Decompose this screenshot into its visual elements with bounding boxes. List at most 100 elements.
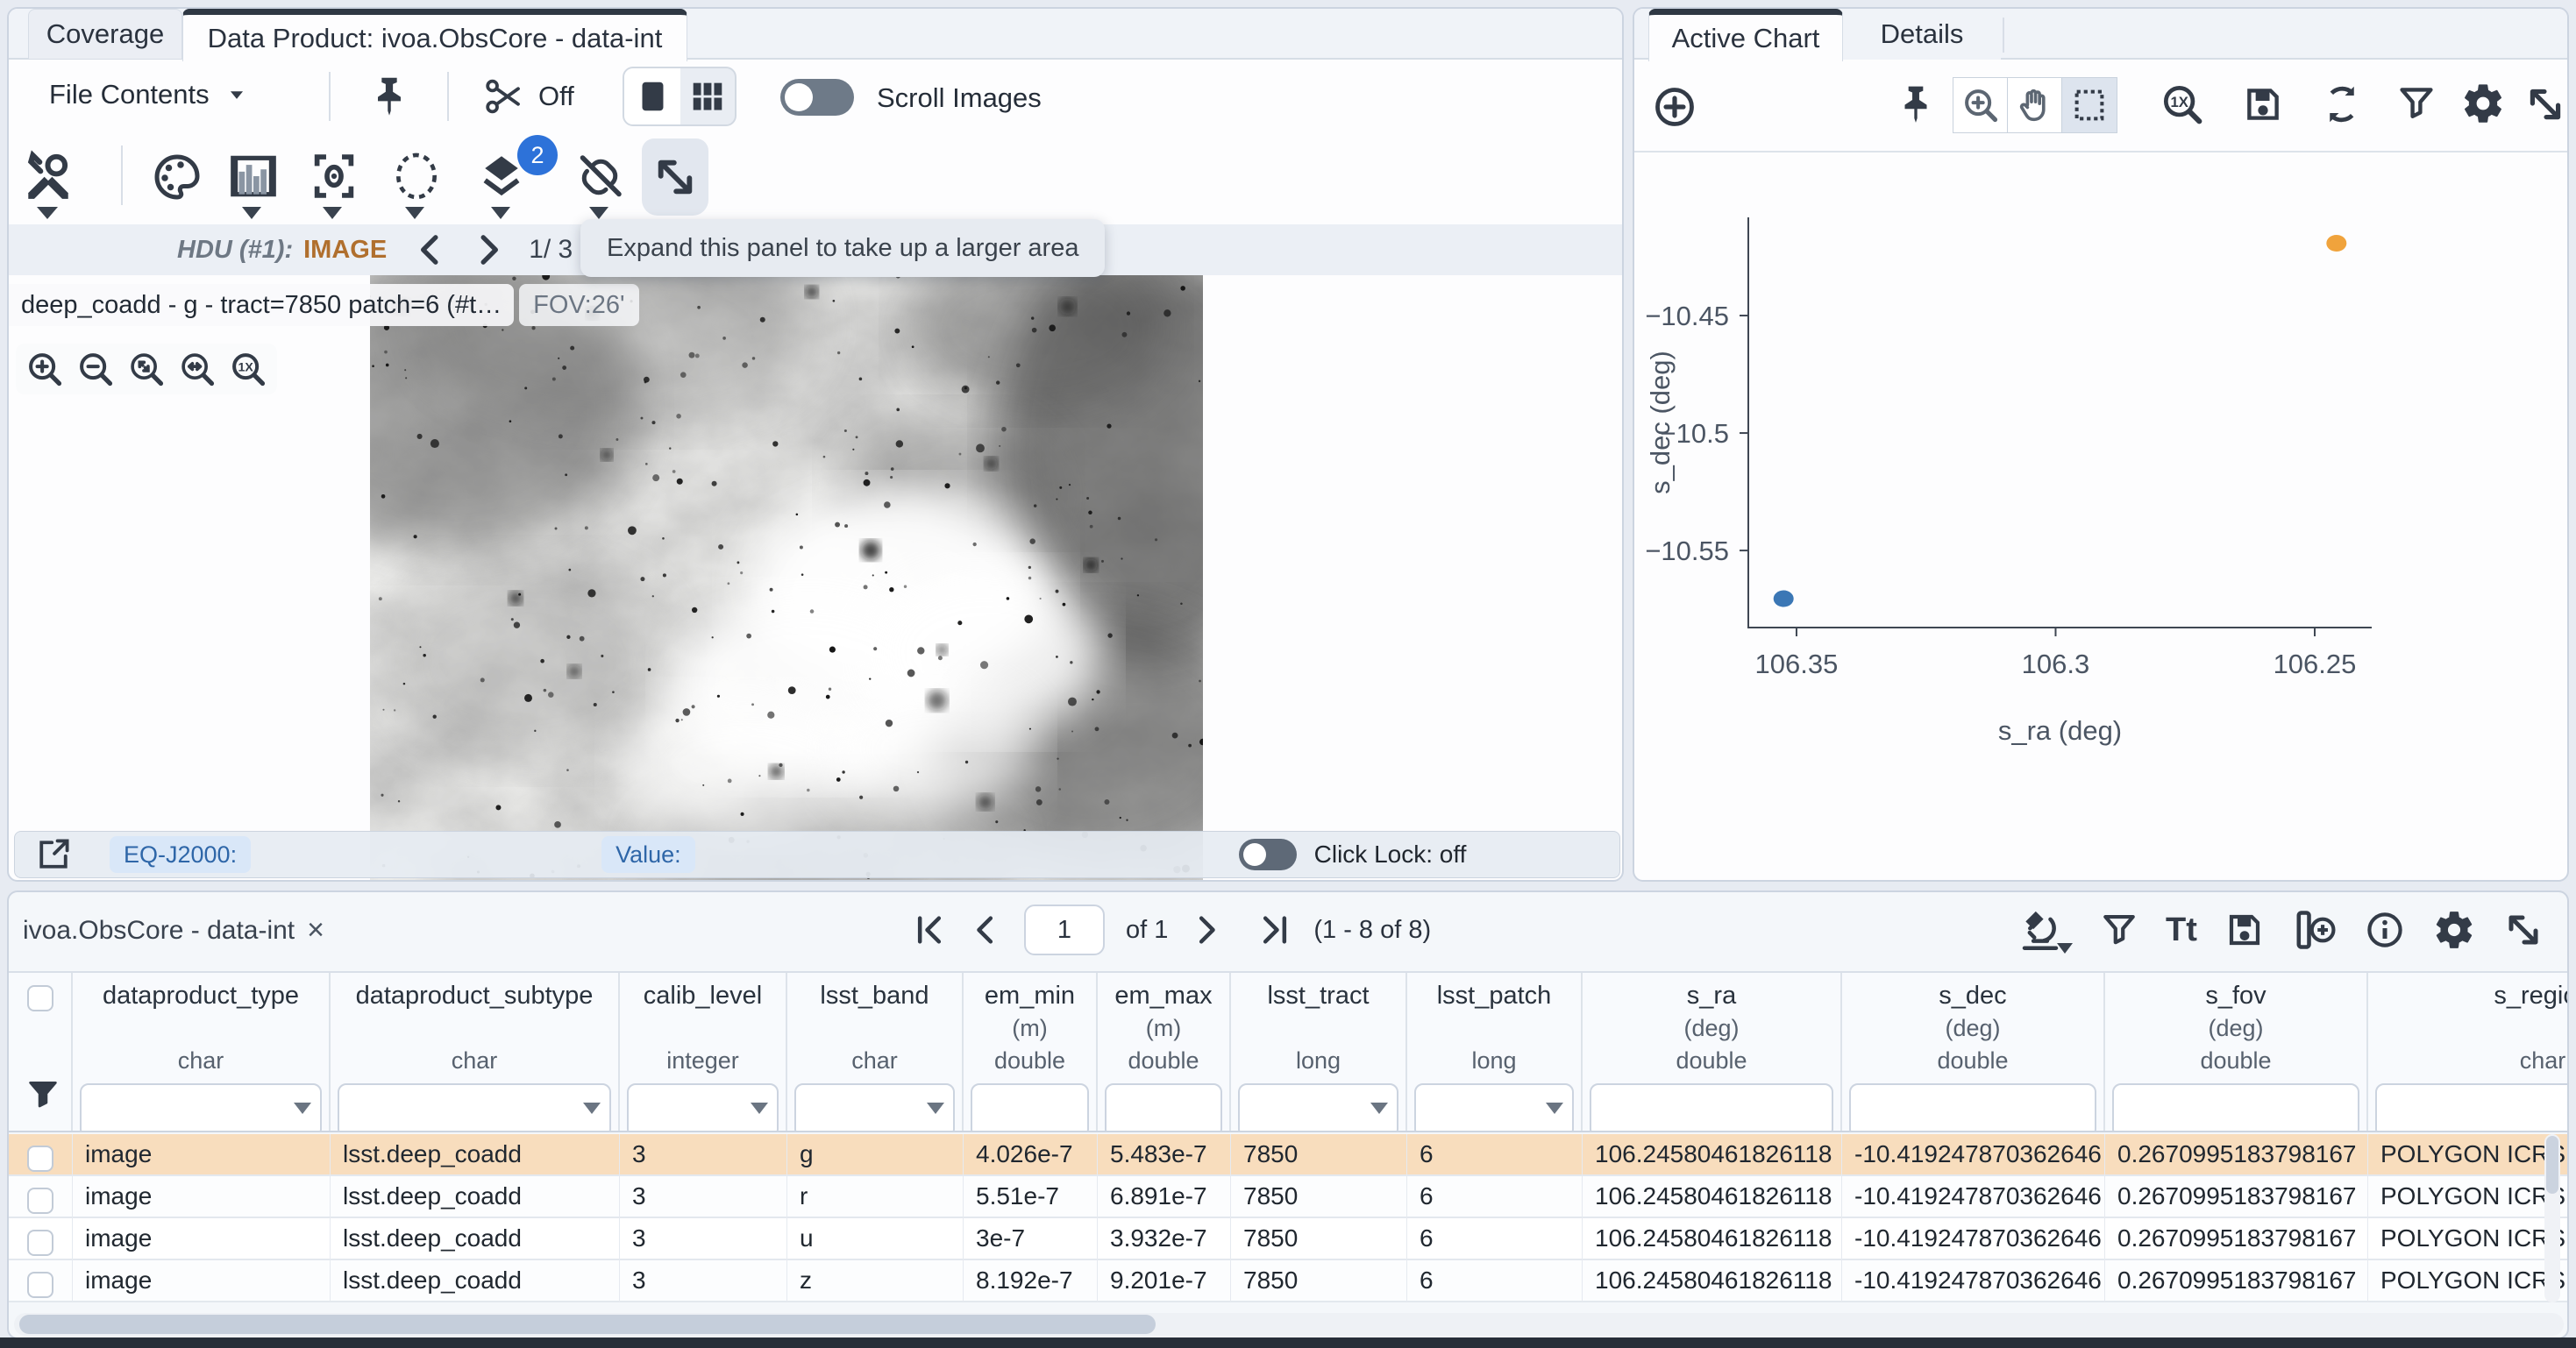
column-header[interactable]: em_max (m) double [1098,973,1231,1131]
column-filter-input[interactable] [2112,1083,2359,1132]
zoom-fit-icon[interactable] [126,349,167,389]
table-row[interactable]: imagelsst.deep_coadd3u3e-73.932e-7785061… [9,1218,2567,1260]
tools-icon[interactable] [21,149,75,203]
table-settings-icon[interactable] [2432,908,2476,952]
table-horizontal-scrollbar[interactable] [14,1313,2564,1336]
column-name: s_fov [2105,973,2366,1015]
tab-coverage[interactable]: Coverage [28,9,182,60]
column-header[interactable]: dataproduct_type char [73,973,331,1131]
table-save-icon[interactable] [2224,909,2266,951]
zoom-1x-icon[interactable] [228,349,268,389]
table-vertical-scrollbar[interactable] [2544,1134,2560,1302]
table-text-view-icon[interactable]: Tt [2166,912,2197,949]
chart-pan-tool[interactable] [2007,77,2063,133]
table-add-column-icon[interactable] [2292,907,2338,953]
filter-dropdown-icon[interactable] [583,1103,601,1114]
chart-refresh-icon[interactable] [2320,82,2364,126]
filter-dropdown-icon[interactable] [1546,1103,1563,1114]
scroll-images-toggle[interactable] [780,79,854,116]
column-header[interactable]: calib_level integer [620,973,787,1131]
column-unit [620,1015,786,1047]
chart-filter-icon[interactable] [2395,82,2437,124]
hdu-counter: 1/ 3 [529,235,573,265]
chart-expand-icon[interactable] [2523,82,2567,126]
table-expand-icon[interactable] [2502,909,2544,951]
table-row[interactable]: imagelsst.deep_coadd3r5.51e-76.891e-7785… [9,1176,2567,1218]
page-first-icon[interactable] [912,912,947,947]
column-filter-input[interactable] [1414,1083,1574,1132]
expand-panel-button[interactable] [642,138,708,216]
column-header[interactable]: s_dec (deg) double [1842,973,2105,1131]
page-number-input[interactable] [1024,905,1105,955]
table-row[interactable]: imagelsst.deep_coadd3z8.192e-79.201e-778… [9,1260,2567,1302]
column-header[interactable]: s_region char [2368,973,2567,1131]
grid-view-button[interactable] [680,68,735,124]
fits-image[interactable] [370,275,1203,882]
chart-save-icon[interactable] [2241,82,2285,126]
column-header[interactable]: dataproduct_subtype char [331,973,620,1131]
external-view-icon[interactable] [34,835,73,874]
file-contents-dropdown[interactable]: File Contents [49,79,248,110]
tab-details[interactable]: Details [1843,9,2001,60]
click-lock-toggle[interactable] [1239,839,1297,870]
column-filter-input[interactable] [1590,1083,1833,1132]
row-checkbox[interactable] [27,1188,53,1214]
select-region-icon[interactable] [389,149,444,203]
column-unit [1407,1015,1581,1047]
column-filter-input[interactable] [971,1083,1089,1132]
row-checkbox[interactable] [27,1146,53,1172]
color-palette-icon[interactable] [151,151,203,203]
filter-dropdown-icon[interactable] [1370,1103,1388,1114]
tab-active-chart[interactable]: Active Chart [1648,9,1843,61]
add-chart-icon[interactable] [1652,84,1697,130]
row-checkbox[interactable] [27,1230,53,1256]
column-filter-input[interactable] [338,1083,611,1132]
column-filter-input[interactable] [1849,1083,2096,1132]
column-header[interactable]: em_min (m) double [964,973,1098,1131]
recenter-icon[interactable] [307,149,361,203]
select-all-checkbox[interactable] [27,985,53,1011]
zoom-out-icon[interactable] [75,349,116,389]
single-view-button[interactable] [624,68,680,124]
column-filter-input[interactable] [2375,1083,2567,1132]
filter-dropdown-icon[interactable] [927,1103,944,1114]
table-info-icon[interactable] [2364,909,2406,951]
column-header[interactable]: s_ra (deg) double [1583,973,1842,1131]
column-filter-input[interactable] [80,1083,322,1132]
chart-zoom-reset-icon[interactable] [2159,81,2206,128]
column-filter-input[interactable] [627,1083,779,1132]
crop-toggle[interactable]: Off [482,75,574,117]
row-checkbox[interactable] [27,1272,53,1298]
zoom-fill-icon[interactable] [177,349,217,389]
chart-pin-icon[interactable] [1894,82,1938,126]
filter-dropdown-icon[interactable] [751,1103,768,1114]
table-close-button[interactable]: × [307,913,324,947]
histogram-stretch-icon[interactable] [226,149,281,203]
page-last-icon[interactable] [1257,912,1292,947]
filter-row-icon[interactable] [25,1076,61,1113]
column-filter-input[interactable] [1105,1083,1222,1132]
column-header[interactable]: s_fov (deg) double [2105,973,2368,1131]
scatter-chart[interactable]: 106.35106.3106.25−10.45−10.5−10.55s_ra (… [1634,153,2569,880]
zoom-in-icon[interactable] [25,349,65,389]
table-column-headers: dataproduct_type char dataproduct_subtyp… [9,971,2567,1132]
table-row[interactable]: imagelsst.deep_coadd3g4.026e-75.483e-778… [9,1134,2567,1176]
filter-dropdown-icon[interactable] [294,1103,311,1114]
column-filter-input[interactable] [1238,1083,1398,1132]
chart-settings-icon[interactable] [2460,81,2506,126]
chart-select-tool[interactable] [2061,77,2117,133]
column-header[interactable]: lsst_patch long [1407,973,1583,1131]
table-cell: 7850 [1231,1217,1407,1259]
page-next-icon[interactable] [1189,912,1224,947]
hdu-next-icon[interactable] [471,232,506,267]
hdu-prev-icon[interactable] [413,232,448,267]
table-filter-icon[interactable] [2099,910,2139,950]
column-header[interactable]: lsst_tract long [1231,973,1407,1131]
column-header[interactable]: lsst_band char [787,973,964,1131]
column-filter-input[interactable] [794,1083,955,1132]
tab-data-product[interactable]: Data Product: ivoa.ObsCore - data-int [182,9,687,61]
chart-zoom-tool[interactable] [1953,77,2009,133]
pin-button[interactable] [366,74,412,119]
page-prev-icon[interactable] [968,912,1003,947]
unlink-wcs-icon[interactable] [573,151,626,203]
